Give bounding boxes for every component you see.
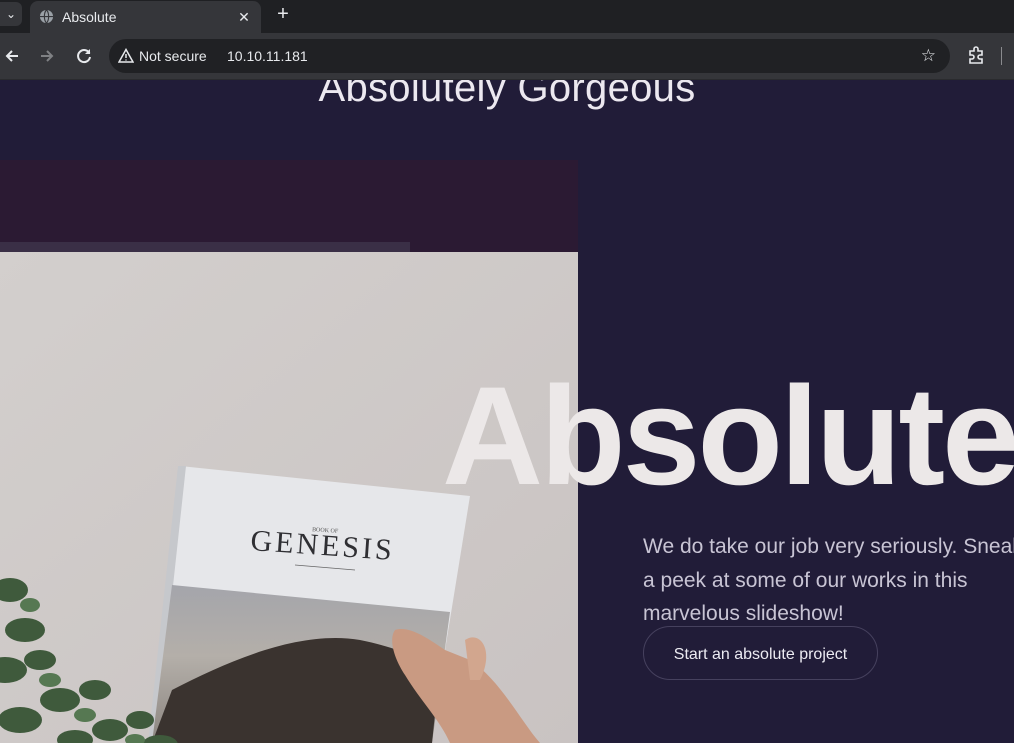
close-icon[interactable]: ✕	[235, 8, 253, 26]
security-label: Not secure	[139, 48, 207, 64]
start-project-button[interactable]: Start an absolute project	[643, 626, 878, 680]
browser-tab[interactable]: Absolute ✕	[30, 1, 261, 33]
plus-icon[interactable]: +	[272, 4, 294, 26]
hero-description: We do take our job very seriously. Sneak…	[643, 535, 1014, 625]
extensions-icon[interactable]	[966, 45, 986, 65]
address-bar[interactable]: Not secure 10.10.11.181 ☆	[109, 39, 950, 73]
warning-icon	[118, 48, 134, 63]
toolbar-divider	[1001, 47, 1002, 65]
forward-icon[interactable]	[36, 45, 58, 67]
back-icon[interactable]	[1, 45, 23, 67]
reload-icon[interactable]	[73, 45, 95, 67]
star-icon[interactable]: ☆	[921, 39, 936, 73]
tab-strip: ⌄ Absolute ✕ +	[0, 0, 1014, 33]
page-viewport[interactable]: Absolutely Gorgeous BOOK OF GENESIS Abso…	[0, 80, 1014, 743]
globe-icon	[39, 9, 54, 24]
hero-title: Absolute	[442, 357, 1014, 514]
tab-search-icon[interactable]: ⌄	[0, 2, 22, 26]
browser-toolbar: Not secure 10.10.11.181 ☆	[0, 33, 1014, 80]
url-text[interactable]: 10.10.11.181	[227, 39, 308, 73]
section-heading: Absolutely Gorgeous	[318, 80, 696, 110]
security-chip[interactable]: Not secure	[118, 39, 207, 73]
tab-title: Absolute	[62, 9, 117, 25]
